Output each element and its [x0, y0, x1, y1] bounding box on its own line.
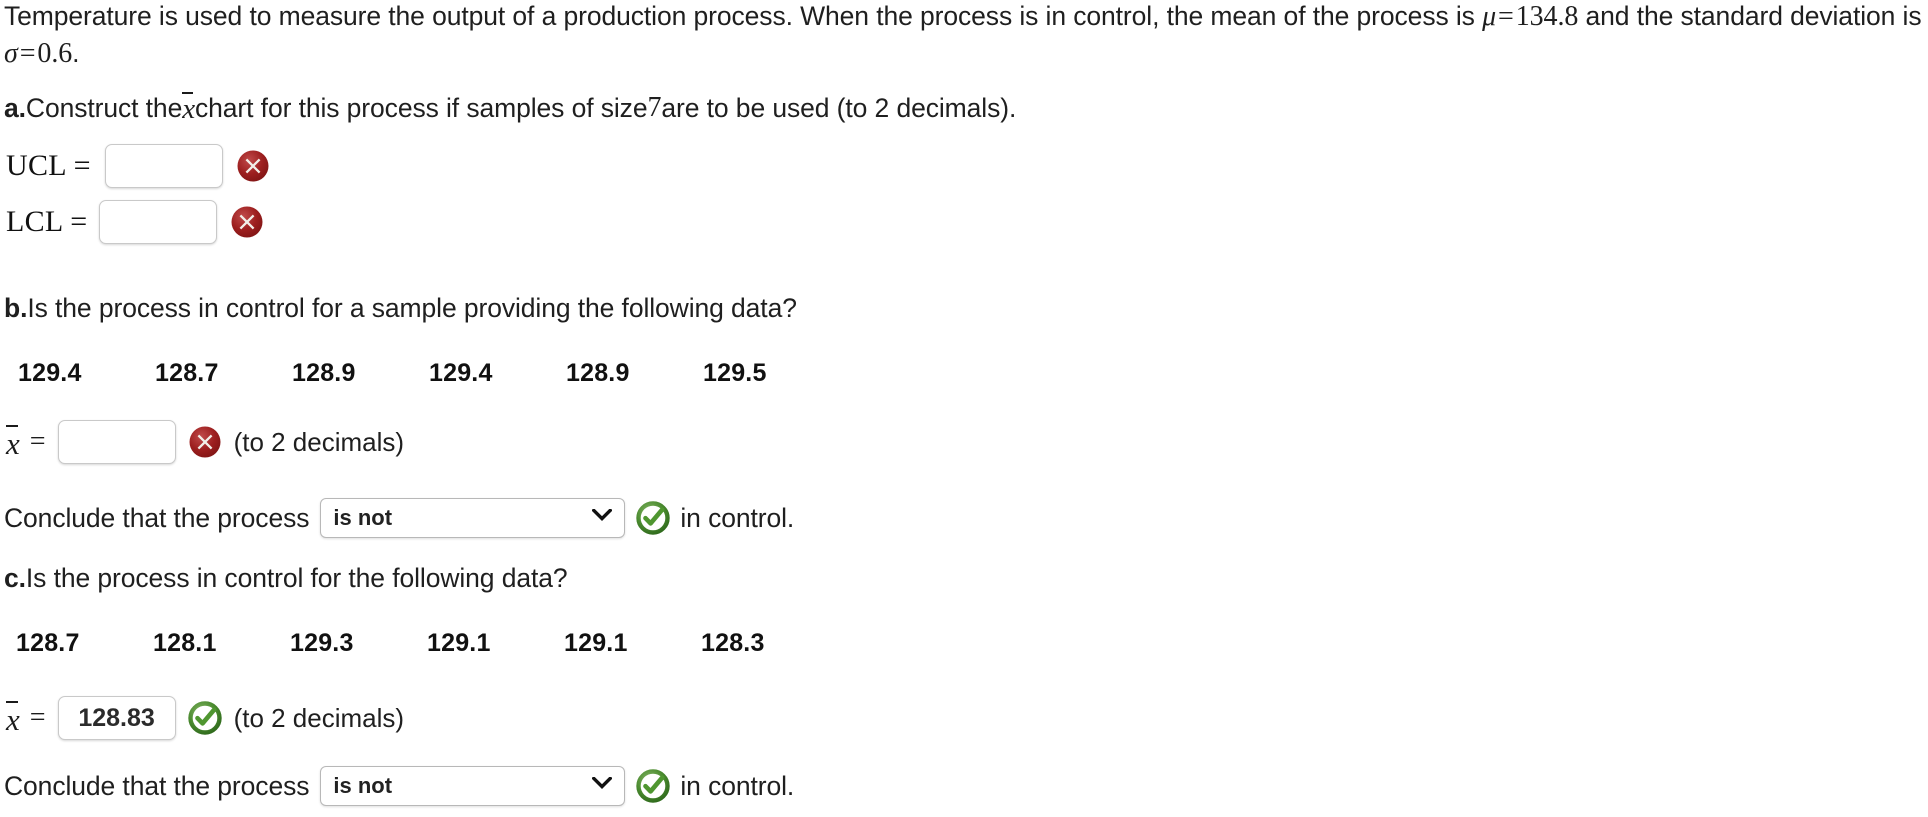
mu-value: 134.8: [1515, 1, 1579, 32]
part-c-hint: (to 2 decimals): [233, 702, 405, 733]
data-value: 129.1: [427, 629, 491, 657]
sample-size: 7: [647, 92, 662, 123]
conclusion-select-b[interactable]: is not: [320, 498, 626, 538]
part-a-question: a. Construct the x chart for this proces…: [4, 90, 1016, 126]
question-page: Temperature is used to measure the outpu…: [0, 0, 1928, 817]
equals-sign: =: [29, 702, 46, 733]
part-b-hint: (to 2 decimals): [233, 426, 405, 457]
part-c-letter: c.: [4, 563, 26, 593]
part-a-text-3: are to be used (to 2 decimals).: [661, 93, 1017, 123]
intro-text-part2: and the standard deviation is: [1578, 1, 1922, 31]
lcl-row: LCL =: [6, 200, 264, 244]
success-icon: [636, 501, 671, 535]
part-c-conclusion-row: Conclude that the process is not in cont…: [4, 766, 794, 806]
problem-statement: Temperature is used to measure the outpu…: [4, 0, 1928, 72]
conclusion-select-wrapper-c[interactable]: is not: [320, 766, 626, 806]
success-icon: [636, 769, 671, 803]
error-icon: [236, 149, 270, 183]
data-value: 129.4: [18, 359, 82, 387]
part-c-xbar-row: x = (to 2 decimals): [6, 696, 404, 740]
conclude-prefix: Conclude that the process: [4, 771, 310, 801]
data-value: 129.1: [564, 629, 628, 657]
ucl-label: UCL =: [6, 149, 91, 182]
xbar-input-b[interactable]: [57, 420, 176, 464]
intro-text-part1: Temperature is used to measure the outpu…: [4, 1, 1483, 31]
equals-sign: =: [1498, 1, 1514, 32]
lcl-input[interactable]: [99, 200, 218, 244]
conclude-prefix: Conclude that the process: [4, 503, 310, 533]
sigma-value: 0.6: [37, 38, 73, 69]
error-icon: [188, 425, 222, 459]
xbar-symbol: x: [6, 701, 20, 737]
equals-sign-2: =: [19, 38, 36, 69]
data-value: 129.5: [703, 359, 767, 387]
data-value: 128.7: [16, 629, 80, 657]
xbar-symbol: x: [6, 425, 20, 461]
data-value: 128.3: [701, 629, 765, 657]
ucl-input[interactable]: [104, 144, 223, 188]
part-b-letter: b.: [4, 293, 28, 323]
period: .: [72, 38, 80, 68]
part-c-data-row: 128.7 128.1 129.3 129.1 129.1 128.3: [16, 629, 838, 658]
part-a-letter: a.: [4, 93, 26, 123]
lcl-label: LCL =: [6, 205, 88, 238]
error-icon: [230, 205, 264, 239]
part-b-xbar-row: x = (to 2 decimals): [6, 420, 404, 464]
conclusion-select-wrapper-b[interactable]: is not: [320, 498, 626, 538]
part-a-text-1: Construct the: [25, 93, 183, 123]
equals-sign: =: [29, 426, 46, 457]
part-c-question: c. Is the process in control for the fol…: [4, 560, 568, 596]
data-value: 129.4: [429, 359, 493, 387]
part-b-question: b. Is the process in control for a sampl…: [4, 290, 797, 326]
part-c-text: Is the process in control for the follow…: [25, 563, 568, 593]
xbar-input-c[interactable]: [57, 696, 176, 740]
conclusion-select-c[interactable]: is not: [320, 766, 626, 806]
part-b-text: Is the process in control for a sample p…: [27, 293, 797, 323]
mu-symbol: μ: [1482, 1, 1497, 32]
data-value: 128.7: [155, 359, 219, 387]
data-value: 129.3: [290, 629, 354, 657]
data-value: 128.1: [153, 629, 217, 657]
part-b-data-row: 129.4 128.7 128.9 129.4 128.9 129.5: [18, 359, 840, 388]
success-icon: [187, 701, 222, 735]
ucl-row: UCL =: [6, 144, 270, 188]
part-a-text-2: chart for this process if samples of siz…: [195, 93, 648, 123]
conclude-suffix: in control.: [680, 503, 795, 533]
xbar-symbol: x: [182, 92, 195, 125]
sigma-symbol: σ: [4, 38, 18, 69]
part-b-conclusion-row: Conclude that the process is not in cont…: [4, 498, 794, 538]
data-value: 128.9: [566, 359, 630, 387]
data-value: 128.9: [292, 359, 356, 387]
conclude-suffix: in control.: [680, 771, 795, 801]
